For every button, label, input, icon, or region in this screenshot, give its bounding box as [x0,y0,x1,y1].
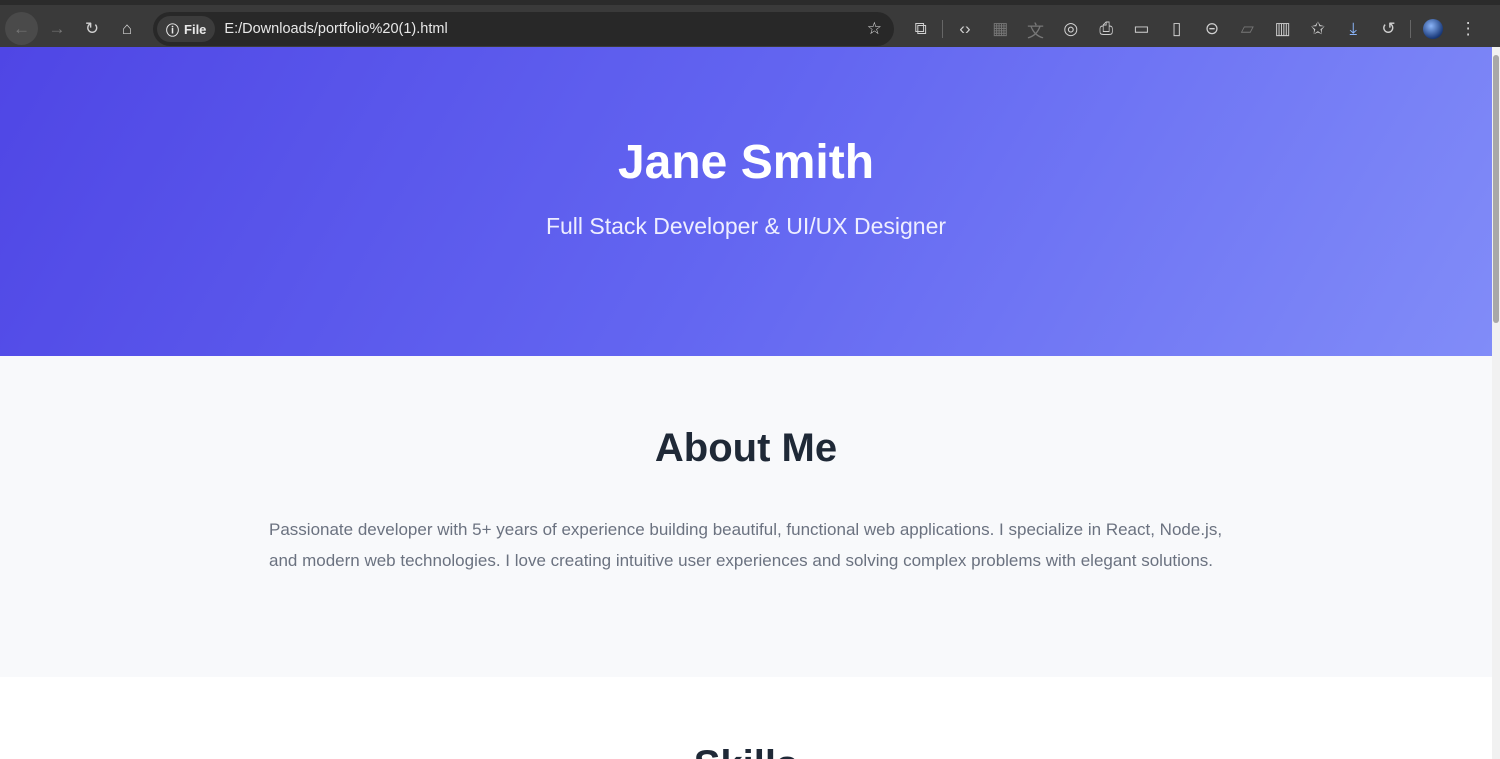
skills-section: Skills [0,677,1492,759]
scrollbar-thumb[interactable] [1493,55,1499,323]
reading-mode-icon[interactable]: ▯ [1159,12,1194,46]
qr-code-icon[interactable]: ▦ [983,12,1018,46]
extensions-icon[interactable]: ⧉ [903,12,938,46]
hero-name: Jane Smith [617,136,875,189]
page-content: Jane Smith Full Stack Developer & UI/UX … [0,47,1492,759]
profile-avatar[interactable] [1415,12,1450,46]
hero-tagline: Full Stack Developer & UI/UX Designer [545,213,947,239]
home-button[interactable]: ⌂ [110,12,144,46]
scrollbar[interactable] [1492,47,1500,759]
about-text: Passionate developer with 5+ years of ex… [269,520,1223,570]
about-heading: About Me [654,426,838,470]
toolbar-icons: ⧉ ‹› ▦ 文 ◎ ⎙ ▭ ▯ ⊝ ▱ ▥ ✩ ⤓ ↺ ⋮ [903,12,1486,46]
download-icon[interactable]: ⤓ [1336,12,1371,46]
info-icon: ⓘ [166,22,180,38]
separator [942,20,944,38]
bookmark-star-icon[interactable]: ☆ [867,12,882,46]
print-icon[interactable]: ⎙ [1088,12,1123,46]
skills-heading: Skills [0,677,1492,759]
url-text[interactable]: E:/Downloads/portfolio%20(1).html [224,21,447,37]
browser-toolbar: ← → ↻ ⌂ ⓘ File E:/Downloads/portfolio%20(… [0,0,1500,47]
hero-section: Jane Smith Full Stack Developer & UI/UX … [0,47,1492,356]
devtools-code-icon[interactable]: ‹› [947,12,982,46]
about-section: About Me Passionate developer with 5+ ye… [0,356,1492,677]
menu-kebab-icon[interactable]: ⋮ [1450,12,1485,46]
avatar [1422,19,1443,39]
side-panel-icon[interactable]: ▥ [1265,12,1300,46]
forward-button[interactable]: → [40,12,74,46]
translate-icon[interactable]: 文 [1018,12,1053,46]
cast-icon[interactable]: ▭ [1124,12,1159,46]
address-bar[interactable]: ⓘ File E:/Downloads/portfolio%20(1).html … [153,12,894,46]
devices-icon[interactable]: ▱ [1230,12,1265,46]
copy-link-icon[interactable]: ⊝ [1194,12,1229,46]
favorites-icon[interactable]: ✩ [1300,12,1335,46]
history-icon[interactable]: ↺ [1371,12,1406,46]
separator [1410,20,1412,38]
url-chip-label: File [184,21,207,37]
screenshot-icon[interactable]: ◎ [1053,12,1088,46]
reload-button[interactable]: ↻ [75,12,109,46]
site-info-chip[interactable]: ⓘ File [157,16,216,42]
back-button[interactable]: ← [5,12,38,45]
